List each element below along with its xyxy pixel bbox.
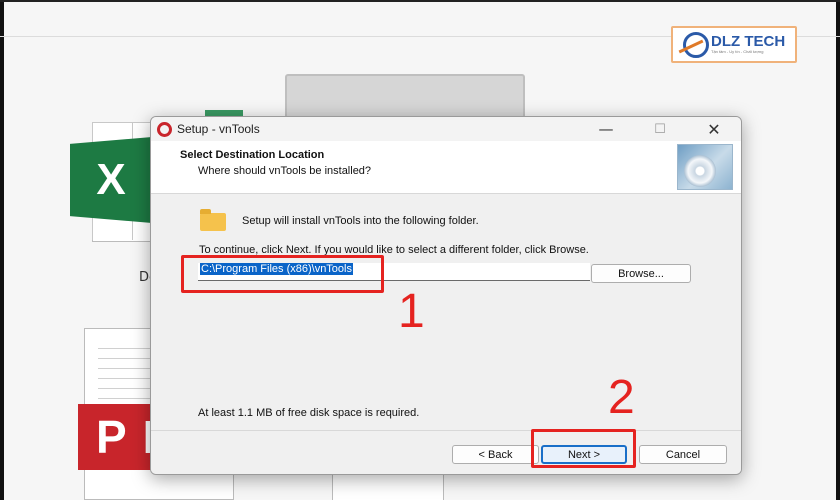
browse-button[interactable]: Browse... <box>591 264 691 283</box>
wizard-footer: < Back Next > Cancel <box>151 430 741 474</box>
annotation-step-2: 2 <box>608 371 635 424</box>
annotation-box-next <box>531 429 636 468</box>
logo-mark-icon <box>683 31 709 58</box>
maximize-button[interactable]: ☐ <box>637 117 683 141</box>
annotation-box-path <box>181 255 384 293</box>
folder-icon <box>200 209 226 231</box>
left-border <box>0 2 4 500</box>
cancel-button[interactable]: Cancel <box>639 445 727 464</box>
disk-space-message: At least 1.1 MB of free disk space is re… <box>198 407 420 419</box>
right-border <box>836 2 840 500</box>
logo-text: DLZ TECH Tận tâm - Uy tín - Chất lượng <box>711 32 786 55</box>
titlebar[interactable]: Setup - vnTools — ☐ ✕ <box>151 117 741 141</box>
excel-icon: X <box>70 137 152 223</box>
page-subtitle: Where should vnTools be installed? <box>198 165 372 177</box>
wizard-image <box>677 144 733 190</box>
wizard-body: Setup will install vnTools into the foll… <box>151 194 741 430</box>
back-button[interactable]: < Back <box>452 445 539 464</box>
minimize-button[interactable]: — <box>583 117 629 141</box>
dlz-tech-logo: DLZ TECH Tận tâm - Uy tín - Chất lượng <box>671 26 797 63</box>
page-title: Select Destination Location <box>180 149 325 161</box>
app-icon <box>157 122 172 137</box>
document-thumbnail <box>332 472 444 500</box>
annotation-step-1: 1 <box>398 285 425 338</box>
logo-name: DLZ TECH <box>711 32 786 50</box>
wizard-header: Select Destination Location Where should… <box>151 141 741 194</box>
setup-dialog: Setup - vnTools — ☐ ✕ Select Destination… <box>150 116 742 475</box>
window-title: Setup - vnTools <box>177 122 260 136</box>
install-message: Setup will install vnTools into the foll… <box>242 215 479 227</box>
close-button[interactable]: ✕ <box>691 117 737 141</box>
disc-icon <box>684 155 716 187</box>
